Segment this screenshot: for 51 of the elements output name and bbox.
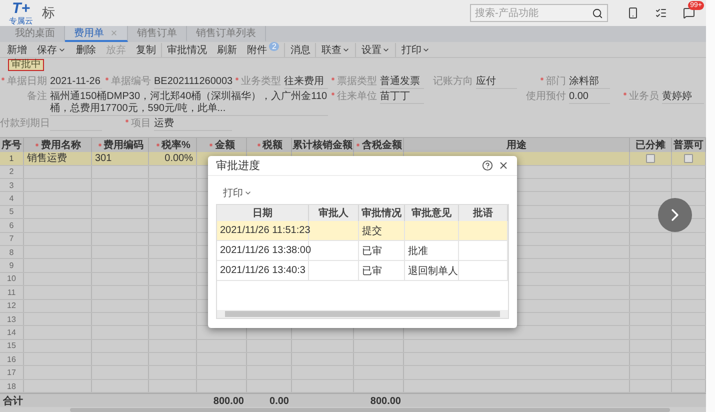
row-number: 11 <box>7 288 16 297</box>
field-label: 使用预付 <box>525 90 567 103</box>
status-badge: 审批中 <box>8 58 44 71</box>
row-number: 7 <box>9 234 14 244</box>
total-value: 800.00 <box>370 396 401 407</box>
row-number: 18 <box>7 382 16 391</box>
table-cell-text: 已审 <box>362 244 382 258</box>
total-label: 合计 <box>3 394 23 408</box>
field-label: 票据类型 <box>330 76 380 88</box>
app-name: 标 <box>42 4 56 22</box>
row-number: 17 <box>7 368 16 378</box>
row-number: 6 <box>9 220 14 230</box>
row-number: 2 <box>9 167 14 176</box>
row-number: 16 <box>7 354 16 364</box>
table-cell: 0.00% <box>164 152 193 164</box>
logo-subtitle: 专属云 <box>9 18 33 26</box>
total-value: 800.00 <box>213 396 244 407</box>
field-label: 付款到期日 <box>0 118 50 130</box>
logo: T+ <box>12 0 30 16</box>
table-cell-text: 退回制单人 <box>408 264 458 278</box>
table-cell-text: 批准 <box>408 244 428 258</box>
field-label: 记账方向 <box>432 76 474 88</box>
row-number: 8 <box>9 248 14 257</box>
field-label: 部门 <box>519 76 569 88</box>
row-number: 9 <box>9 261 14 270</box>
field-label: 往来单位 <box>330 90 380 103</box>
table-cell: 销售运费 <box>27 152 67 165</box>
field-label: 单据编号 <box>104 76 154 88</box>
table-cell: 301 <box>95 152 112 164</box>
field-label: 项目 <box>104 118 154 130</box>
row-number: 12 <box>7 301 16 310</box>
row-number: 13 <box>7 314 16 324</box>
row-number: 15 <box>7 341 16 350</box>
row-number: 14 <box>7 328 16 337</box>
field-label: 业务类型 <box>234 76 284 88</box>
table-cell: 2021/11/26 11:51:23 <box>220 225 310 236</box>
row-number: 10 <box>7 274 16 284</box>
row-number: 1 <box>9 154 14 163</box>
field-label: 业务员 <box>612 90 662 103</box>
table-cell: 2021/11/26 13:38:00 <box>220 245 312 256</box>
total-value: 0.00 <box>270 396 289 407</box>
table-cell: 2021/11/26 13:40:3 <box>220 265 306 276</box>
count-badge: 2 <box>269 42 280 52</box>
row-number: 5 <box>9 207 14 216</box>
row-number: 3 <box>9 180 14 190</box>
table-cell-text: 提交 <box>362 224 382 238</box>
field-label: 单据日期 <box>0 76 50 88</box>
row-number: 4 <box>9 194 14 204</box>
dialog-title: 审批进度 <box>216 158 260 173</box>
table-cell-text: 已审 <box>362 264 382 278</box>
field-label: 备注 <box>26 90 48 103</box>
